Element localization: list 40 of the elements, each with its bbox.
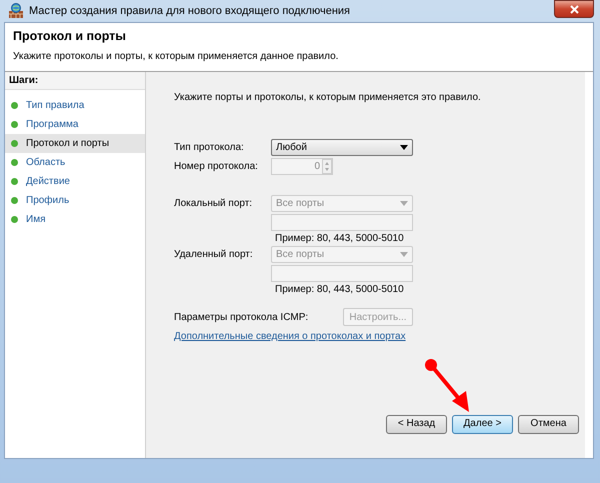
step-item[interactable]: Область	[5, 153, 145, 172]
dropdown-arrow-icon	[400, 201, 408, 206]
step-dot-icon	[11, 121, 18, 128]
page-title: Протокол и порты	[13, 29, 127, 43]
window-title: Мастер создания правила для нового входящего подключения	[29, 5, 350, 17]
step-item[interactable]: Профиль	[5, 191, 145, 210]
input-field[interactable]	[271, 214, 413, 231]
protocol-type-dropdown[interactable]: Любой	[271, 139, 413, 156]
step-dot-icon	[11, 102, 18, 109]
input-field[interactable]	[271, 265, 413, 282]
close-icon	[570, 4, 578, 14]
help-link[interactable]: Дополнительные сведения о протоколах и портах	[174, 331, 406, 342]
step-dot-icon	[11, 140, 18, 147]
field-label: Удаленный порт:	[174, 249, 254, 260]
step-dot-icon	[11, 178, 18, 185]
instruction-text: Укажите порты и протоколы, к которым применяется это правило.	[174, 92, 482, 103]
dropdown-arrow-icon	[400, 252, 408, 257]
page-subtitle: Укажите протоколы и порты, к которым применяется данное правило.	[13, 51, 340, 62]
step-item[interactable]: Действие	[5, 172, 145, 191]
example-text: Пример: 80, 443, 5000-5010	[274, 233, 405, 244]
step-item[interactable]: Программа	[5, 115, 145, 134]
close-button[interactable]	[554, 0, 594, 18]
wizard-button[interactable]: Отмена	[518, 415, 579, 434]
wizard-button[interactable]: Далее >	[452, 415, 513, 434]
step-item[interactable]: Протокол и порты	[5, 134, 145, 153]
firewall-icon	[8, 3, 24, 19]
field-label: Номер протокола:	[174, 161, 259, 172]
steps-heading: Шаги:	[5, 72, 145, 90]
dropdown-arrow-icon	[400, 145, 408, 150]
step-item[interactable]: Имя	[5, 210, 145, 229]
step-dot-icon	[11, 159, 18, 166]
spinner-arrows-icon	[322, 159, 332, 174]
field-label: Параметры протокола ICMP:	[174, 312, 310, 322]
step-item[interactable]: Тип правила	[5, 96, 145, 115]
wizard-button[interactable]: < Назад	[386, 415, 447, 434]
step-dot-icon	[11, 197, 18, 204]
example-text: Пример: 80, 443, 5000-5010	[274, 284, 405, 295]
field-label: Тип протокола:	[174, 142, 245, 153]
step-dot-icon	[11, 216, 18, 223]
field-label: Локальный порт:	[174, 198, 254, 209]
